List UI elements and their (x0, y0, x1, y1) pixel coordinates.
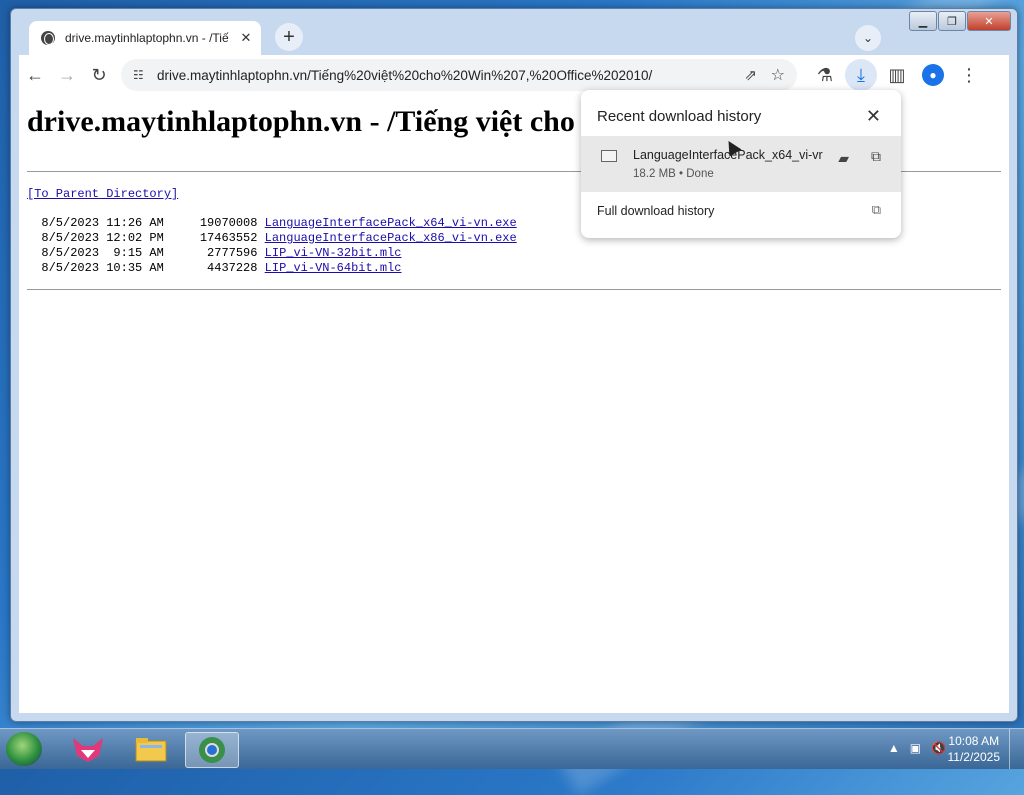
forward-icon[interactable]: → (51, 59, 83, 91)
file-link[interactable]: LanguageInterfacePack_x86_vi-vn.exe (265, 231, 517, 245)
file-link[interactable]: LIP_vi-VN-64bit.mlc (265, 261, 402, 275)
open-external-icon[interactable]: ⧉ (872, 202, 881, 218)
taskbar: ▲ ▣ 🔇 10:08 AM 11/2/2025 (0, 728, 1024, 769)
fox-app-icon[interactable] (62, 732, 114, 766)
tab-strip: drive.maytinhlaptophn.vn - /Tiế ✕ + ⌄ (19, 17, 1009, 55)
tab-search-button[interactable]: ⌄ (855, 25, 881, 51)
menu-kebab-icon[interactable]: ⋮ (953, 59, 985, 91)
file-size: 19070008 (199, 216, 258, 230)
system-tray: ▲ ▣ 🔇 (888, 741, 946, 755)
full-download-history-link[interactable]: Full download history (597, 204, 714, 218)
clock[interactable]: 10:08 AM 11/2/2025 (948, 733, 1001, 765)
download-bubble-title: Recent download history (597, 108, 762, 125)
share-icon[interactable]: ⇗ (744, 66, 757, 84)
bookmark-star-icon[interactable]: ☆ (771, 65, 785, 85)
profile-button[interactable]: ● (917, 59, 949, 91)
browser-toolbar: ← → ↻ ☷ drive.maytinhlaptophn.vn/Tiếng%2… (19, 55, 1009, 95)
show-desktop-button[interactable] (1009, 729, 1024, 769)
url-text[interactable]: drive.maytinhlaptophn.vn/Tiếng%20việt%20… (157, 68, 652, 83)
parent-directory-link[interactable]: [To Parent Directory] (27, 187, 178, 201)
address-bar[interactable]: ☷ drive.maytinhlaptophn.vn/Tiếng%20việt%… (121, 59, 797, 91)
side-panel-icon[interactable]: ▥ (881, 59, 913, 91)
file-explorer-icon[interactable] (125, 732, 177, 766)
site-info-icon[interactable]: ☷ (133, 68, 147, 82)
globe-icon (41, 31, 55, 45)
file-date: 8/5/2023 9:15 AM (41, 246, 164, 260)
tab-active[interactable]: drive.maytinhlaptophn.vn - /Tiế ✕ (29, 21, 261, 55)
new-tab-button[interactable]: + (275, 23, 303, 51)
network-icon[interactable]: ▣ (910, 741, 921, 755)
tab-title: drive.maytinhlaptophn.vn - /Tiế (65, 31, 229, 45)
volume-muted-icon[interactable]: 🔇 (931, 741, 946, 755)
file-listing: 8/5/2023 11:26 AM 19070008 LanguageInter… (27, 216, 517, 276)
file-date: 8/5/2023 10:35 AM (41, 261, 164, 275)
close-icon[interactable]: ✕ (866, 106, 881, 127)
reload-icon[interactable]: ↻ (83, 59, 115, 91)
file-row: 8/5/2023 12:02 PM 17463552 LanguageInter… (27, 231, 517, 245)
file-date: 8/5/2023 12:02 PM (41, 231, 164, 245)
download-status: 18.2 MB • Done (633, 168, 714, 180)
file-link[interactable]: LanguageInterfacePack_x64_vi-vn.exe (265, 216, 517, 230)
download-bubble: Recent download history ✕ LanguageInterf… (581, 90, 901, 238)
file-size: 17463552 (199, 231, 258, 245)
divider (27, 289, 1001, 290)
back-icon[interactable]: ← (19, 59, 51, 91)
page-title: drive.maytinhlaptophn.vn - /Tiếng việt c… (27, 105, 575, 138)
tray-expand-icon[interactable]: ▲ (888, 741, 900, 755)
file-icon (601, 150, 617, 162)
clock-date: 11/2/2025 (947, 750, 1001, 764)
clock-time: 10:08 AM (948, 734, 1000, 748)
avatar: ● (922, 64, 944, 86)
labs-flask-icon[interactable]: ⚗ (809, 59, 841, 91)
file-size: 2777596 (207, 246, 258, 260)
download-icon[interactable]: ⤓ (845, 59, 877, 91)
close-tab-icon[interactable]: ✕ (237, 30, 255, 46)
file-row: 8/5/2023 9:15 AM 2777596 LIP_vi-VN-32bit… (27, 246, 402, 260)
chrome-taskbar-icon[interactable] (185, 732, 239, 768)
file-row: 8/5/2023 10:35 AM 4437228 LIP_vi-VN-64bi… (27, 261, 402, 275)
file-row: 8/5/2023 11:26 AM 19070008 LanguageInter… (27, 216, 517, 230)
folder-icon[interactable]: ▰ (838, 150, 849, 167)
open-external-icon[interactable]: ⧉ (871, 148, 881, 165)
file-link[interactable]: LIP_vi-VN-32bit.mlc (265, 246, 402, 260)
download-item[interactable]: LanguageInterfacePack_x64_vi-vr 18.2 MB … (581, 136, 901, 192)
start-button[interactable] (6, 732, 42, 766)
file-size: 4437228 (207, 261, 258, 275)
file-date: 8/5/2023 11:26 AM (41, 216, 164, 230)
